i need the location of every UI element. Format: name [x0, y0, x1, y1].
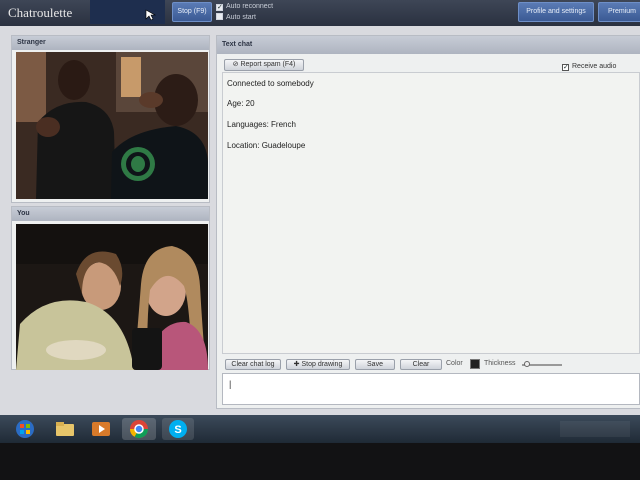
you-video — [16, 224, 208, 370]
stranger-panel-title: Stranger — [12, 36, 209, 50]
media-player-icon[interactable] — [88, 418, 114, 440]
profile-settings-button[interactable]: Profile and settings — [518, 2, 594, 22]
you-video-frame — [16, 224, 208, 370]
receive-audio-label: Receive audio — [572, 63, 617, 70]
text-chat-title: Text chat — [217, 36, 640, 54]
chat-message: Age: 20 — [227, 99, 255, 108]
next-tab[interactable] — [90, 0, 165, 24]
monitor-bezel — [0, 443, 640, 480]
chrome-icon[interactable] — [122, 418, 156, 440]
auto-start-checkbox[interactable] — [216, 13, 223, 20]
color-swatch[interactable] — [470, 359, 480, 369]
report-icon: ⊘ — [232, 61, 239, 68]
report-spam-label: Report spam (F4) — [240, 61, 296, 68]
save-drawing-button[interactable]: Save — [355, 359, 395, 370]
stranger-video — [16, 52, 208, 199]
chat-message: Connected to somebody — [227, 79, 314, 88]
clear-drawing-button[interactable]: Clear — [400, 359, 442, 370]
stranger-video-frame — [16, 52, 208, 199]
thickness-slider-handle[interactable] — [524, 361, 530, 367]
stop-drawing-button[interactable]: ✚ Stop drawing — [286, 359, 350, 370]
auto-start-option[interactable]: Auto start — [216, 13, 256, 22]
system-tray — [560, 421, 630, 437]
stop-drawing-label: Stop drawing — [301, 361, 343, 368]
clear-chat-log-button[interactable]: Clear chat log — [225, 359, 281, 370]
report-spam-button[interactable]: ⊘ Report spam (F4) — [224, 59, 304, 71]
chatroulette-logo[interactable]: Chatroulette — [8, 3, 86, 23]
thickness-label: Thickness — [484, 360, 516, 367]
receive-audio-checkbox[interactable]: ✓ — [562, 64, 569, 71]
auto-start-label: Auto start — [226, 14, 256, 21]
folder-icon[interactable] — [52, 418, 78, 440]
receive-audio-option[interactable]: ✓ Receive audio — [562, 62, 616, 71]
stop-button[interactable]: Stop (F9) — [172, 2, 212, 22]
auto-reconnect-option[interactable]: ✓ Auto reconnect — [216, 2, 273, 11]
chat-message: Languages: French — [227, 120, 296, 129]
you-panel-title: You — [12, 207, 209, 221]
top-bar: Chatroulette Stop (F9) ✓ Auto reconnect A… — [0, 0, 640, 26]
auto-reconnect-label: Auto reconnect — [226, 3, 274, 10]
premium-button[interactable]: Premium — [598, 2, 640, 22]
windows-taskbar: S — [0, 415, 640, 443]
chat-message: Location: Guadeloupe — [227, 141, 306, 150]
chat-log — [222, 72, 640, 354]
svg-text:S: S — [174, 424, 181, 436]
chat-input[interactable]: | — [222, 373, 640, 405]
color-label: Color — [446, 360, 463, 367]
skype-icon[interactable]: S — [162, 418, 194, 440]
cursor-icon — [145, 9, 157, 21]
plus-icon: ✚ — [293, 361, 300, 368]
browser-viewport: Chatroulette Stop (F9) ✓ Auto reconnect A… — [0, 0, 640, 415]
auto-reconnect-checkbox[interactable]: ✓ — [216, 4, 223, 11]
start-orb-icon[interactable] — [12, 418, 38, 440]
